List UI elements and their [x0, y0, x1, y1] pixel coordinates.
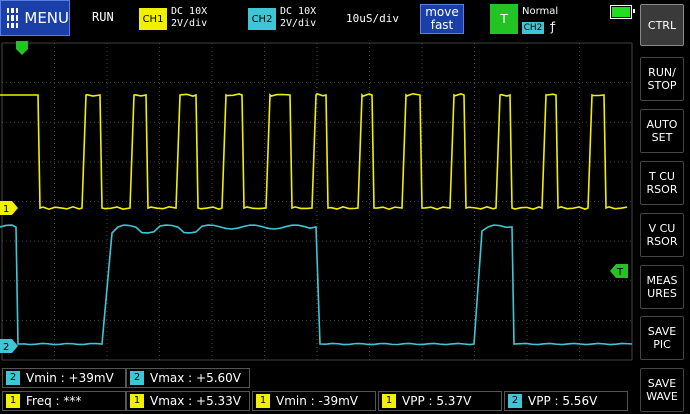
timebase[interactable]: 10uS/div — [346, 12, 399, 25]
sidebar-button-v-cu-rsor[interactable]: V CU RSOR — [640, 213, 684, 257]
menu-label: MENU — [24, 9, 69, 27]
meas-ch1-vmin[interactable]: 1 Vmin : -39mV — [252, 391, 376, 411]
sidebar-button-save-wave[interactable]: SAVE WAVE — [640, 368, 684, 412]
meas-value: *** — [63, 394, 82, 408]
fast-label: fast — [430, 18, 454, 32]
meas-channel-tag: 2 — [508, 394, 522, 408]
ch1-badge[interactable]: CH1 — [139, 8, 167, 30]
graticule — [1, 42, 633, 361]
ch1-coupling: DC 10X — [171, 6, 208, 17]
meas-label: VPP — [528, 394, 551, 408]
meas-channel-tag: 1 — [6, 394, 20, 408]
meas-label: VPP — [402, 394, 425, 408]
meas-value: -39mV — [318, 394, 359, 408]
ch1-ground-marker[interactable]: 1 — [0, 201, 18, 215]
ch2-waveform — [0, 224, 633, 346]
ch2-ground-marker[interactable]: 2 — [0, 339, 18, 353]
trigger-marker-label: T — [616, 267, 624, 278]
meas-value: +5.60V — [196, 371, 242, 385]
meas-value: +5.33V — [196, 394, 242, 408]
ch1-info[interactable]: DC 10X 2V/div — [171, 6, 207, 30]
ch1-scale: 2V/div — [171, 18, 208, 29]
ch2-info[interactable]: DC 10X 2V/div — [280, 6, 316, 30]
meas-ch1-freq[interactable]: 1 Freq : *** — [2, 391, 126, 411]
meas-label: Freq — [26, 394, 52, 408]
ch2-badge[interactable]: CH2 — [248, 8, 276, 30]
trigger-mode: Normal — [522, 6, 559, 17]
ch1-marker-label: 1 — [3, 204, 9, 215]
menu-grid-icon — [7, 8, 19, 28]
meas-label: Vmin — [276, 394, 307, 408]
sidebar-button-ctrl[interactable]: CTRL — [640, 4, 684, 46]
meas-channel-tag: 1 — [382, 394, 396, 408]
sidebar-button-t-cu-rsor[interactable]: T CU RSOR — [640, 161, 684, 205]
battery-icon — [610, 5, 635, 19]
rising-edge-icon: ƒ — [549, 20, 557, 34]
meas-label: Vmax — [150, 371, 185, 385]
run-status[interactable]: RUN — [92, 10, 114, 24]
meas-ch1-vmax[interactable]: 1 Vmax : +5.33V — [126, 391, 250, 411]
top-bar: MENU RUN CH1 DC 10X 2V/div CH2 DC 10X 2V… — [0, 0, 690, 37]
battery-fill — [612, 7, 630, 17]
ch2-marker-label: 2 — [3, 342, 9, 353]
menu-button[interactable]: MENU — [0, 0, 70, 36]
ch1-waveform — [0, 92, 628, 211]
ch2-scale: 2V/div — [280, 18, 317, 29]
meas-channel-tag: 1 — [130, 394, 144, 408]
trigger-position-marker[interactable] — [16, 41, 28, 55]
meas-ch2-vpp[interactable]: 2 VPP : 5.56V — [504, 391, 628, 411]
meas-value: 5.37V — [436, 394, 472, 408]
trigger-level-marker[interactable]: T — [610, 264, 628, 278]
meas-label: Vmin — [26, 371, 57, 385]
meas-ch2-vmax[interactable]: 2 Vmax : +5.60V — [126, 368, 250, 388]
meas-channel-tag: 2 — [6, 371, 20, 385]
meas-label: Vmax — [150, 394, 185, 408]
trigger-source: CH2 — [522, 22, 544, 34]
trigger-badge[interactable]: T — [490, 4, 518, 34]
meas-value: +39mV — [68, 371, 114, 385]
ch2-coupling: DC 10X — [280, 6, 317, 17]
meas-channel-tag: 1 — [256, 394, 270, 408]
sidebar-button-auto-set[interactable]: AUTO SET — [640, 109, 684, 153]
meas-channel-tag: 2 — [130, 371, 144, 385]
sidebar-button-save-pic[interactable]: SAVE PIC — [640, 316, 684, 360]
sidebar-button-run--stop[interactable]: RUN/ STOP — [640, 57, 684, 101]
sidebar-button-meas-ures[interactable]: MEAS URES — [640, 265, 684, 309]
waveform-display[interactable]: 1 2 T — [0, 37, 634, 364]
meas-ch1-vpp[interactable]: 1 VPP : 5.37V — [378, 391, 502, 411]
meas-value: 5.56V — [562, 394, 598, 408]
move-fast-button[interactable]: move fast — [420, 4, 464, 34]
meas-ch2-vmin[interactable]: 2 Vmin : +39mV — [2, 368, 126, 388]
